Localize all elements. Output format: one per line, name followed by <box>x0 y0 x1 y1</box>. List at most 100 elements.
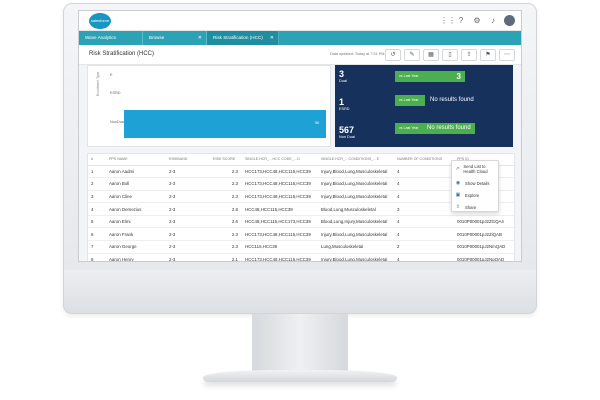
menu-item-show-details[interactable]: ◉ Show Details <box>452 177 498 189</box>
category-label: ESRD <box>110 91 121 95</box>
details-icon: ◉ <box>455 180 461 186</box>
table-row[interactable]: 6 Aaron Frank 2-3 2.3 HCC173,HCC48,HCC11… <box>88 227 516 242</box>
table-cell: 4 <box>394 227 454 242</box>
table-cell: HCC173,HCC48,HCC115,HCC39 <box>242 253 318 261</box>
setup-gear-icon[interactable]: ⚙ <box>472 16 482 26</box>
table-cell: HCC173,HCC48,HCC115,HCC39 <box>242 190 318 204</box>
menu-item-label: Show Details <box>465 180 490 186</box>
table-cell: 4 <box>394 215 454 229</box>
table-cell: 2-3 <box>166 253 210 261</box>
table-cell: Aaron Henry <box>106 253 166 261</box>
table-cell: 4 <box>88 202 106 216</box>
tab-bar: Wave Analytics Browse ✕ Risk Stratificat… <box>79 31 521 45</box>
more-icon[interactable]: ⋯ <box>499 49 515 61</box>
global-actions: ⋮⋮ ? ⚙ ♪ <box>440 15 515 26</box>
tab-label: Wave Analytics <box>85 35 116 40</box>
table-cell: HCC48,HCC115,HCC39 <box>242 202 318 216</box>
table-cell: HCC48,HCC115,HCC173,HCC39 <box>242 215 318 229</box>
close-tab-icon[interactable]: ✕ <box>270 31 274 45</box>
table-cell: 1 <box>88 165 106 179</box>
table-row[interactable]: 5 Aaron Elmi 2-3 2.6 HCC48,HCC115,HCC173… <box>88 215 516 229</box>
table-cell: HCC173,HCC48,HCC115,HCC39 <box>242 177 318 191</box>
dashboard-icon[interactable]: ▦ <box>423 49 439 61</box>
help-icon[interactable]: ? <box>456 16 466 26</box>
menu-item-label: Explore <box>465 192 480 198</box>
table-cell: Injury,Blood,Lung,Musculoskeletal <box>318 165 394 179</box>
table-cell: Aaron George <box>106 240 166 254</box>
table-cell: Aaron Demezius <box>106 202 166 216</box>
table-cell: Injury,Blood,Lung,Musculoskeletal <box>318 177 394 191</box>
summary-label: ESRD <box>339 107 350 111</box>
app-launcher-icon[interactable]: ⋮⋮ <box>440 16 456 26</box>
table-cell: Blood,Lung,Musculoskeletal <box>318 202 394 216</box>
bar-nondual[interactable] <box>124 110 326 138</box>
tab-label: Risk Stratification (HCC) <box>213 35 263 40</box>
comparison-badge: vs Last Year <box>395 95 425 106</box>
tab-browse[interactable]: Browse ✕ <box>143 31 207 45</box>
table-cell: 6 <box>88 227 106 242</box>
monitor-stand-base <box>203 370 397 382</box>
tab-risk-stratification[interactable]: Risk Stratification (HCC) ✕ <box>207 31 279 45</box>
table-row[interactable]: 7 Aaron George 2-3 2.3 HCC115,HCC39 Lung… <box>88 240 516 254</box>
column-header[interactable]: # <box>88 154 106 166</box>
edit-icon[interactable]: ✎ <box>404 49 420 61</box>
table-cell: 2.3 <box>210 240 242 254</box>
summary-label: Non Dual <box>339 135 355 139</box>
share-icon: ⇪ <box>455 204 461 210</box>
badge-value: 3 <box>456 72 461 81</box>
summary-row: 1 ESRD <box>339 97 350 111</box>
badge-text: vs Last Year <box>399 126 419 130</box>
summary-value: 1 <box>339 97 345 107</box>
table-cell: 2-3 <box>166 227 210 242</box>
category-label: NonDual <box>110 120 125 124</box>
undo-icon[interactable]: ↺ <box>385 49 401 61</box>
table-cell: 0010P00001pJ2NqQAD <box>454 253 516 261</box>
badge-text: vs Last Year <box>399 74 419 78</box>
menu-item-send-to-health-cloud[interactable]: ↗ Send List to Health Cloud <box>452 161 498 177</box>
menu-item-explore[interactable]: ▣ Explore <box>452 189 498 201</box>
column-header[interactable]: SINGLE.HCR_…CONDITIONS_…E <box>318 154 394 166</box>
column-header[interactable]: RISKBAND <box>166 154 210 166</box>
salesforce-logo[interactable]: salesforce <box>89 13 111 29</box>
notification-bell-icon[interactable]: ♪ <box>488 16 498 26</box>
menu-item-label: Share <box>465 204 477 210</box>
tab-wave-analytics[interactable]: Wave Analytics <box>79 31 143 45</box>
table-cell: Aaron Cline <box>106 190 166 204</box>
monitor-stand-neck <box>252 314 348 374</box>
explore-icon: ▣ <box>455 192 461 198</box>
pin-icon[interactable]: ⚑ <box>480 49 496 61</box>
table-cell: 2.6 <box>210 215 242 229</box>
column-header[interactable]: RISK SCORE <box>210 154 242 166</box>
table-cell: 8 <box>88 253 106 261</box>
table-cell: 2-3 <box>166 240 210 254</box>
table-cell: HCC173,HCC48,HCC115,HCC39 <box>242 227 318 242</box>
column-header[interactable]: SINGLE.HCR_…HCC CODE_…D <box>242 154 318 166</box>
table-cell: 4 <box>394 253 454 261</box>
tab-label: Browse <box>149 35 165 40</box>
column-header[interactable]: NUMBER OF CONDITIONS <box>394 154 454 166</box>
summary-row: 567 Non Dual <box>339 125 355 139</box>
avatar[interactable] <box>504 15 515 26</box>
table-cell: Blood,Lung,Injury,Musculoskeletal <box>318 215 394 229</box>
row-action-menu: ↗ Send List to Health Cloud ◉ Show Detai… <box>451 160 499 212</box>
comparison-badge: vs Last Year 3 <box>395 71 465 82</box>
column-header[interactable]: PPS NAME <box>106 154 166 166</box>
table-cell: 3 <box>394 202 454 216</box>
close-tab-icon[interactable]: ✕ <box>198 31 202 45</box>
table-cell: 2-3 <box>166 202 210 216</box>
table-cell: 4 <box>394 165 454 179</box>
send-icon: ↗ <box>455 166 460 172</box>
table-cell: 2.1 <box>210 253 242 261</box>
table-row[interactable]: 8 Aaron Henry 2-3 2.1 HCC173,HCC48,HCC11… <box>88 253 516 261</box>
table-cell: 2.3 <box>210 227 242 242</box>
save-icon[interactable]: ▯ <box>442 49 458 61</box>
table-cell: 2 <box>394 240 454 254</box>
table-cell: Injury,Blood,Lung,Musculoskeletal <box>318 190 394 204</box>
data-updated-text: Data updated: Today at 7:31 PM <box>330 52 385 56</box>
table-cell: 2.3 <box>210 190 242 204</box>
table-cell: HCC173,HCC48,HCC115,HCC39 <box>242 165 318 179</box>
table-cell: 2.3 <box>210 165 242 179</box>
share-icon[interactable]: ⇧ <box>461 49 477 61</box>
badge-text: vs Last Year <box>399 98 419 102</box>
menu-item-share[interactable]: ⇪ Share <box>452 201 498 213</box>
